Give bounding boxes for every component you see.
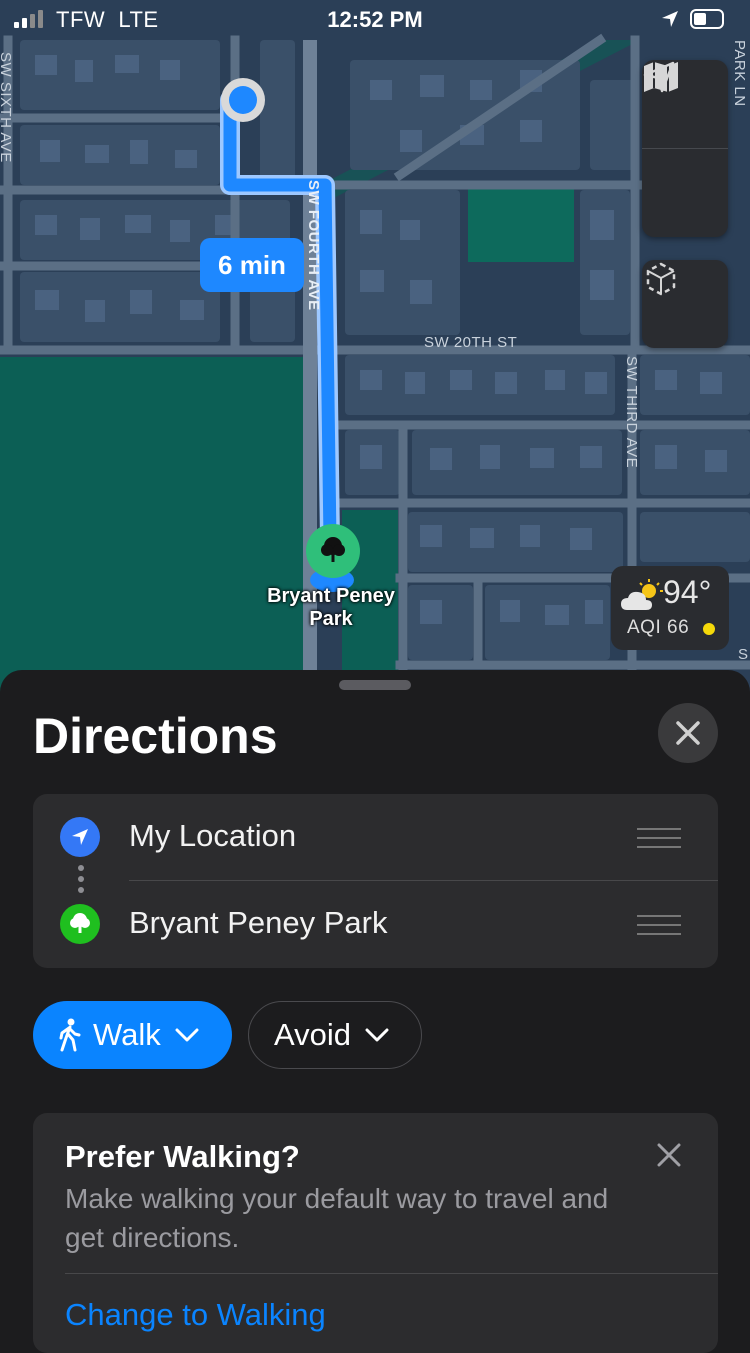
view-3d-control (642, 260, 728, 348)
close-icon (676, 721, 700, 745)
route-card: My Location Bryant Peney Park (33, 794, 718, 968)
chevron-down-icon (175, 1028, 199, 1042)
battery-icon (690, 9, 724, 29)
close-button[interactable] (658, 703, 718, 763)
location-arrow-icon (643, 61, 675, 93)
tip-divider (65, 1273, 718, 1274)
destination-map-label[interactable]: Bryant Peney Park (260, 585, 402, 631)
view-3d-button[interactable] (642, 260, 728, 348)
aqi-dot (703, 623, 715, 635)
route-time-text: 6 min (218, 249, 286, 280)
walk-label: Walk (93, 1017, 161, 1052)
tree-icon (70, 913, 90, 933)
weather-widget[interactable]: 94° AQI 66 (611, 566, 729, 650)
route-destination: Bryant Peney Park (129, 905, 388, 940)
tip-heading: Prefer Walking? (65, 1139, 300, 1174)
map-view[interactable]: SW SIXTH AVE SW FOURTH AVE SW 20TH ST SW… (0, 0, 750, 700)
dismiss-tip-icon[interactable] (655, 1141, 683, 1169)
weather-aqi: AQI 66 (627, 617, 690, 638)
street-label-edge: S (738, 646, 749, 663)
3d-view-icon (646, 262, 676, 296)
walking-person-icon (59, 1018, 81, 1052)
chevron-down-icon (365, 1028, 389, 1042)
partly-sunny-icon (621, 579, 663, 610)
reorder-handle-icon[interactable] (637, 915, 681, 935)
status-time: 12:52 PM (327, 7, 423, 32)
directions-sheet: Directions My Location Bryant Peney Park… (0, 670, 750, 1353)
street-label-third: SW THIRD AVE (623, 356, 640, 469)
avoid-button[interactable]: Avoid (248, 1001, 422, 1069)
tree-icon (321, 537, 345, 562)
route-origin: My Location (129, 818, 297, 853)
prefer-walking-card: Prefer Walking? Make walking your defaul… (33, 1113, 718, 1353)
avoid-label: Avoid (274, 1017, 351, 1052)
location-services-icon (662, 11, 678, 27)
change-to-walking-link[interactable]: Change to Walking (65, 1297, 326, 1333)
transport-mode-button[interactable]: Walk (33, 1001, 232, 1069)
destination-icon (60, 904, 100, 944)
location-arrow-icon (72, 829, 88, 845)
sheet-grabber[interactable] (339, 680, 411, 690)
origin-icon (60, 817, 100, 857)
street-label-fourth: SW FOURTH AVE (305, 180, 322, 311)
street-label-park: PARK LN (731, 40, 748, 107)
street-label-sixth: SW SIXTH AVE (0, 52, 14, 163)
sheet-title: Directions (33, 708, 278, 764)
reorder-handle-icon[interactable] (637, 828, 681, 848)
weather-temp: 94° (663, 574, 712, 610)
route-destination-row[interactable]: Bryant Peney Park (33, 881, 718, 968)
route-origin-row[interactable]: My Location (33, 794, 718, 881)
status-bar: TFW LTE 12:52 PM (0, 0, 750, 40)
map-controls (642, 60, 728, 237)
tip-body: Make walking your default way to travel … (65, 1183, 609, 1253)
street-label-20th: SW 20TH ST (424, 334, 518, 351)
route-time-badge[interactable]: 6 min (200, 238, 304, 292)
tracking-button[interactable] (642, 61, 728, 237)
